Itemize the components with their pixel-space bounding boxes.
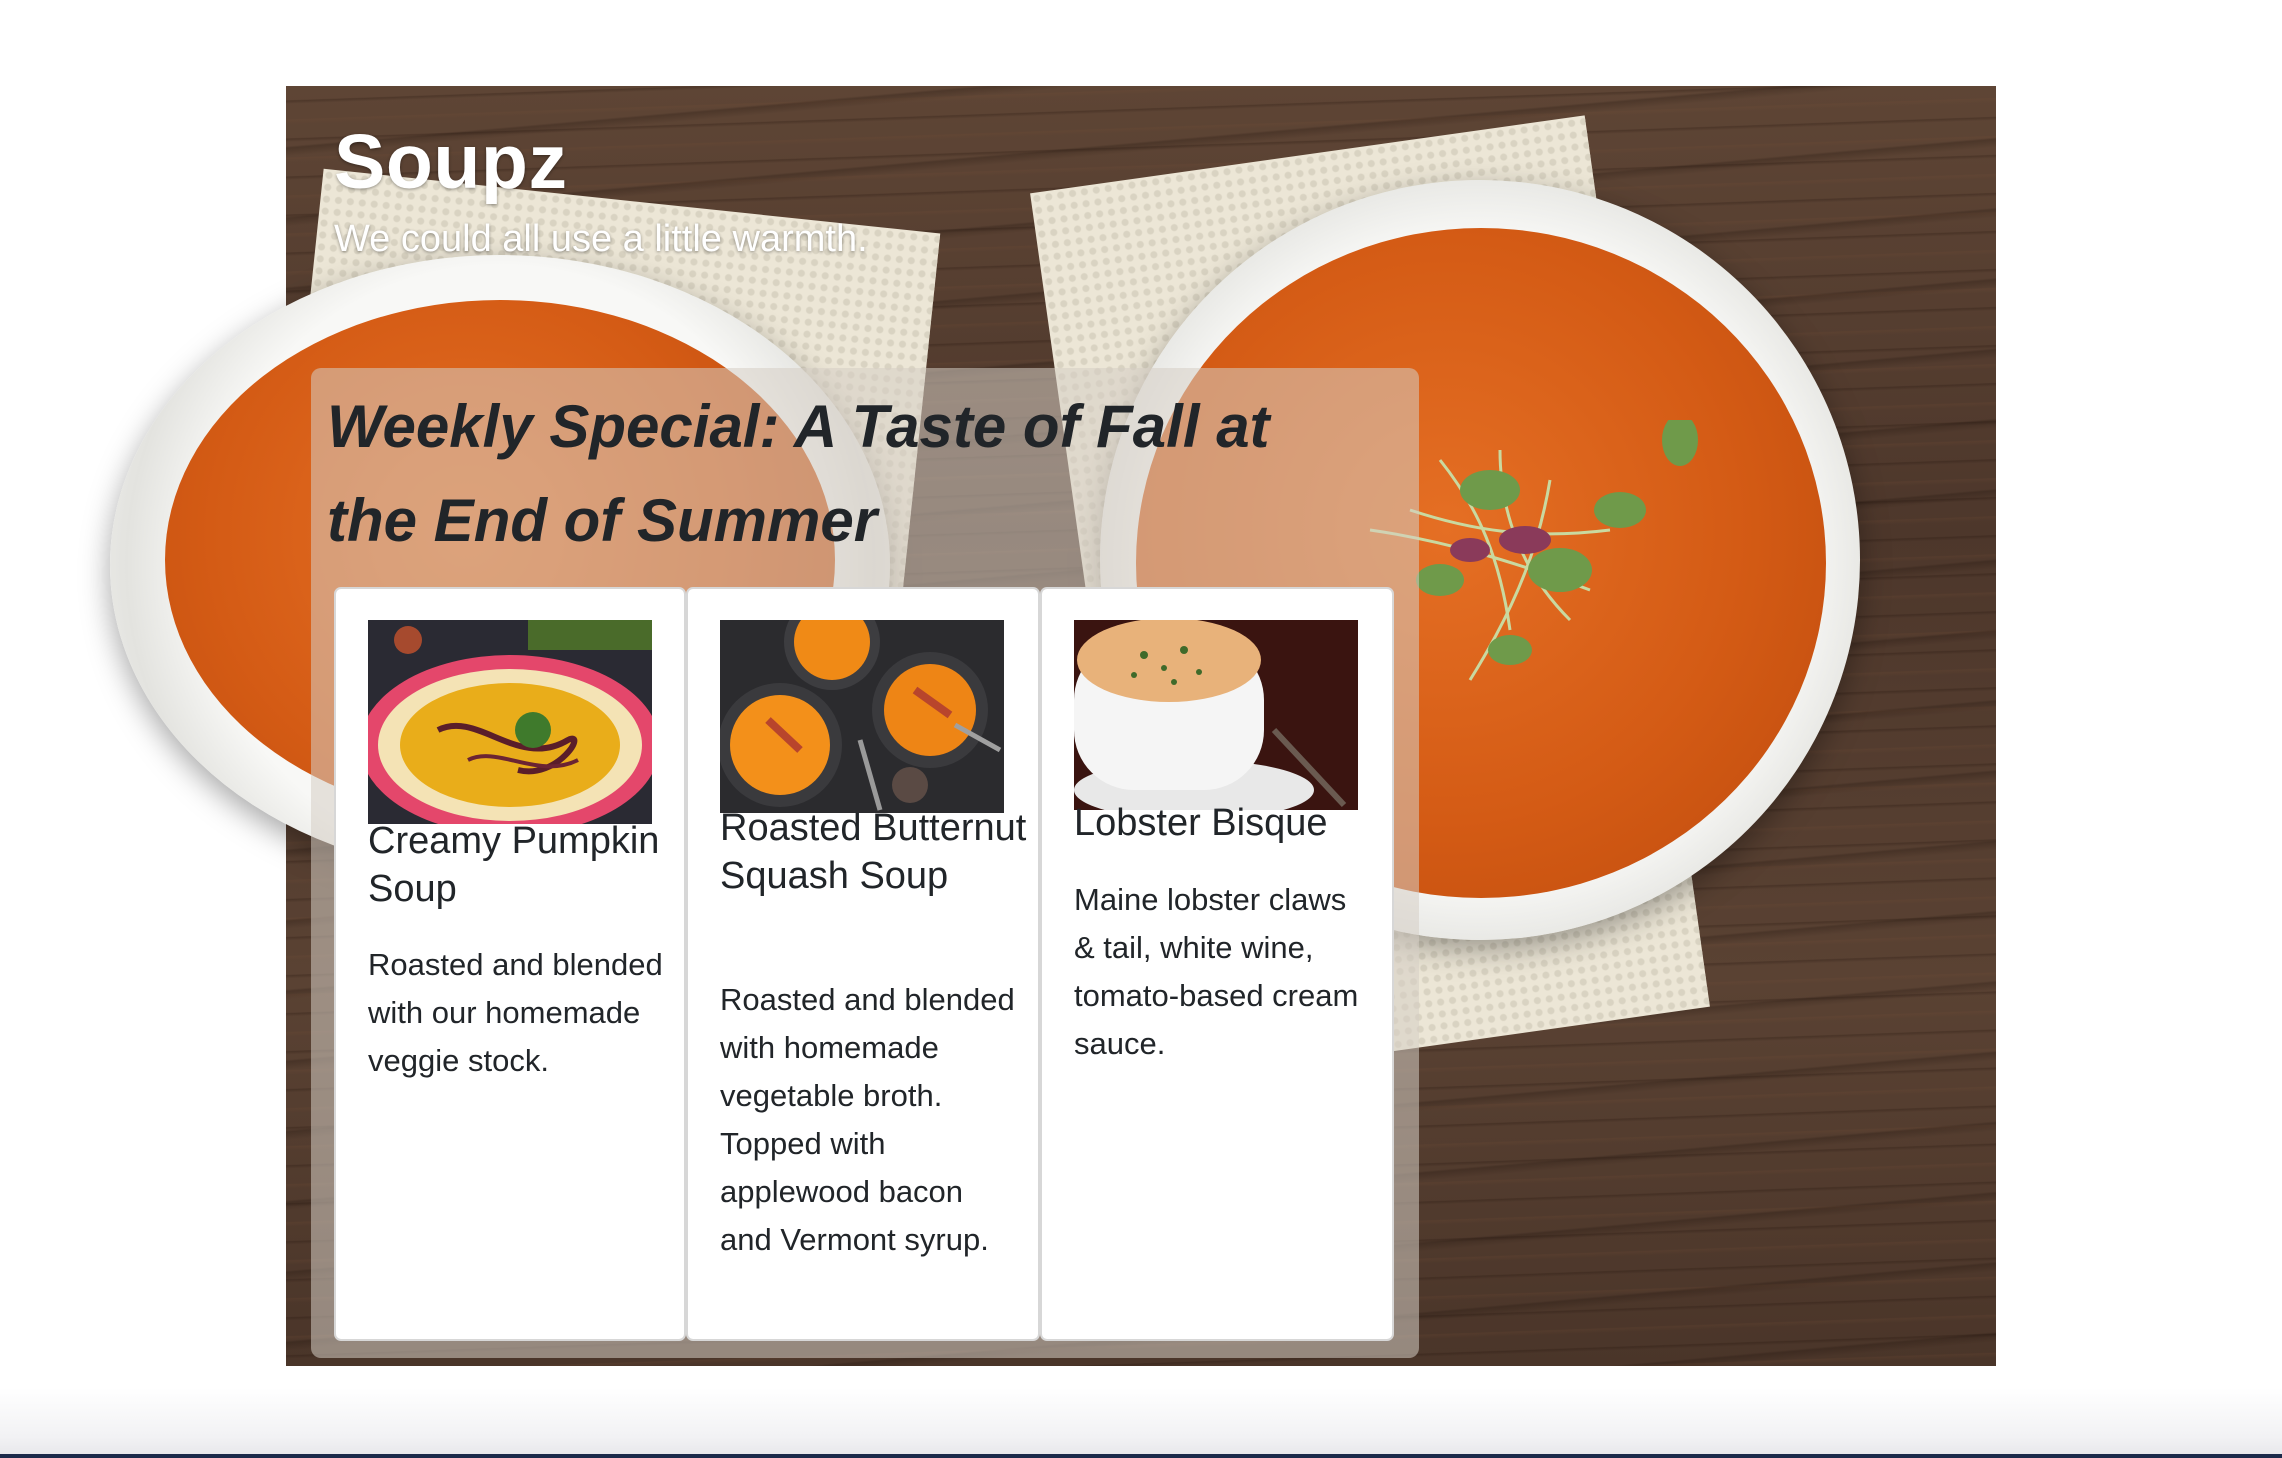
weekly-special-heading: Weekly Special: A Taste of Fall at the E… xyxy=(327,393,1270,554)
dock-edge xyxy=(0,1454,2282,1458)
site-title: Soupz xyxy=(334,119,568,205)
card-description: Maine lobster claws & tail, white wine, … xyxy=(1074,882,1359,1061)
soup-card-lobster: Lobster Bisque Maine lobster claws & tai… xyxy=(1040,587,1394,1341)
lobster-bisque-image xyxy=(1074,620,1358,810)
card-title: Creamy Pumpkin Soup xyxy=(368,820,660,910)
soup-card-pumpkin: Creamy Pumpkin Soup Roasted and blended … xyxy=(334,587,686,1341)
card-description: Roasted and blended with homemade vegeta… xyxy=(720,982,1015,1257)
card-title: Lobster Bisque xyxy=(1074,802,1328,844)
butternut-squash-soup-image xyxy=(720,620,1004,813)
card-title: Roasted Butternut Squash Soup xyxy=(720,807,1027,897)
card-description: Roasted and blended with our homemade ve… xyxy=(368,947,663,1078)
pumpkin-soup-image xyxy=(368,620,652,824)
window-bottom-edge xyxy=(0,1388,2282,1458)
soup-card-butternut: Roasted Butternut Squash Soup Roasted an… xyxy=(686,587,1040,1341)
page: Soupz We could all use a little warmth. … xyxy=(0,0,2282,1458)
site-tagline: We could all use a little warmth. xyxy=(334,218,868,260)
